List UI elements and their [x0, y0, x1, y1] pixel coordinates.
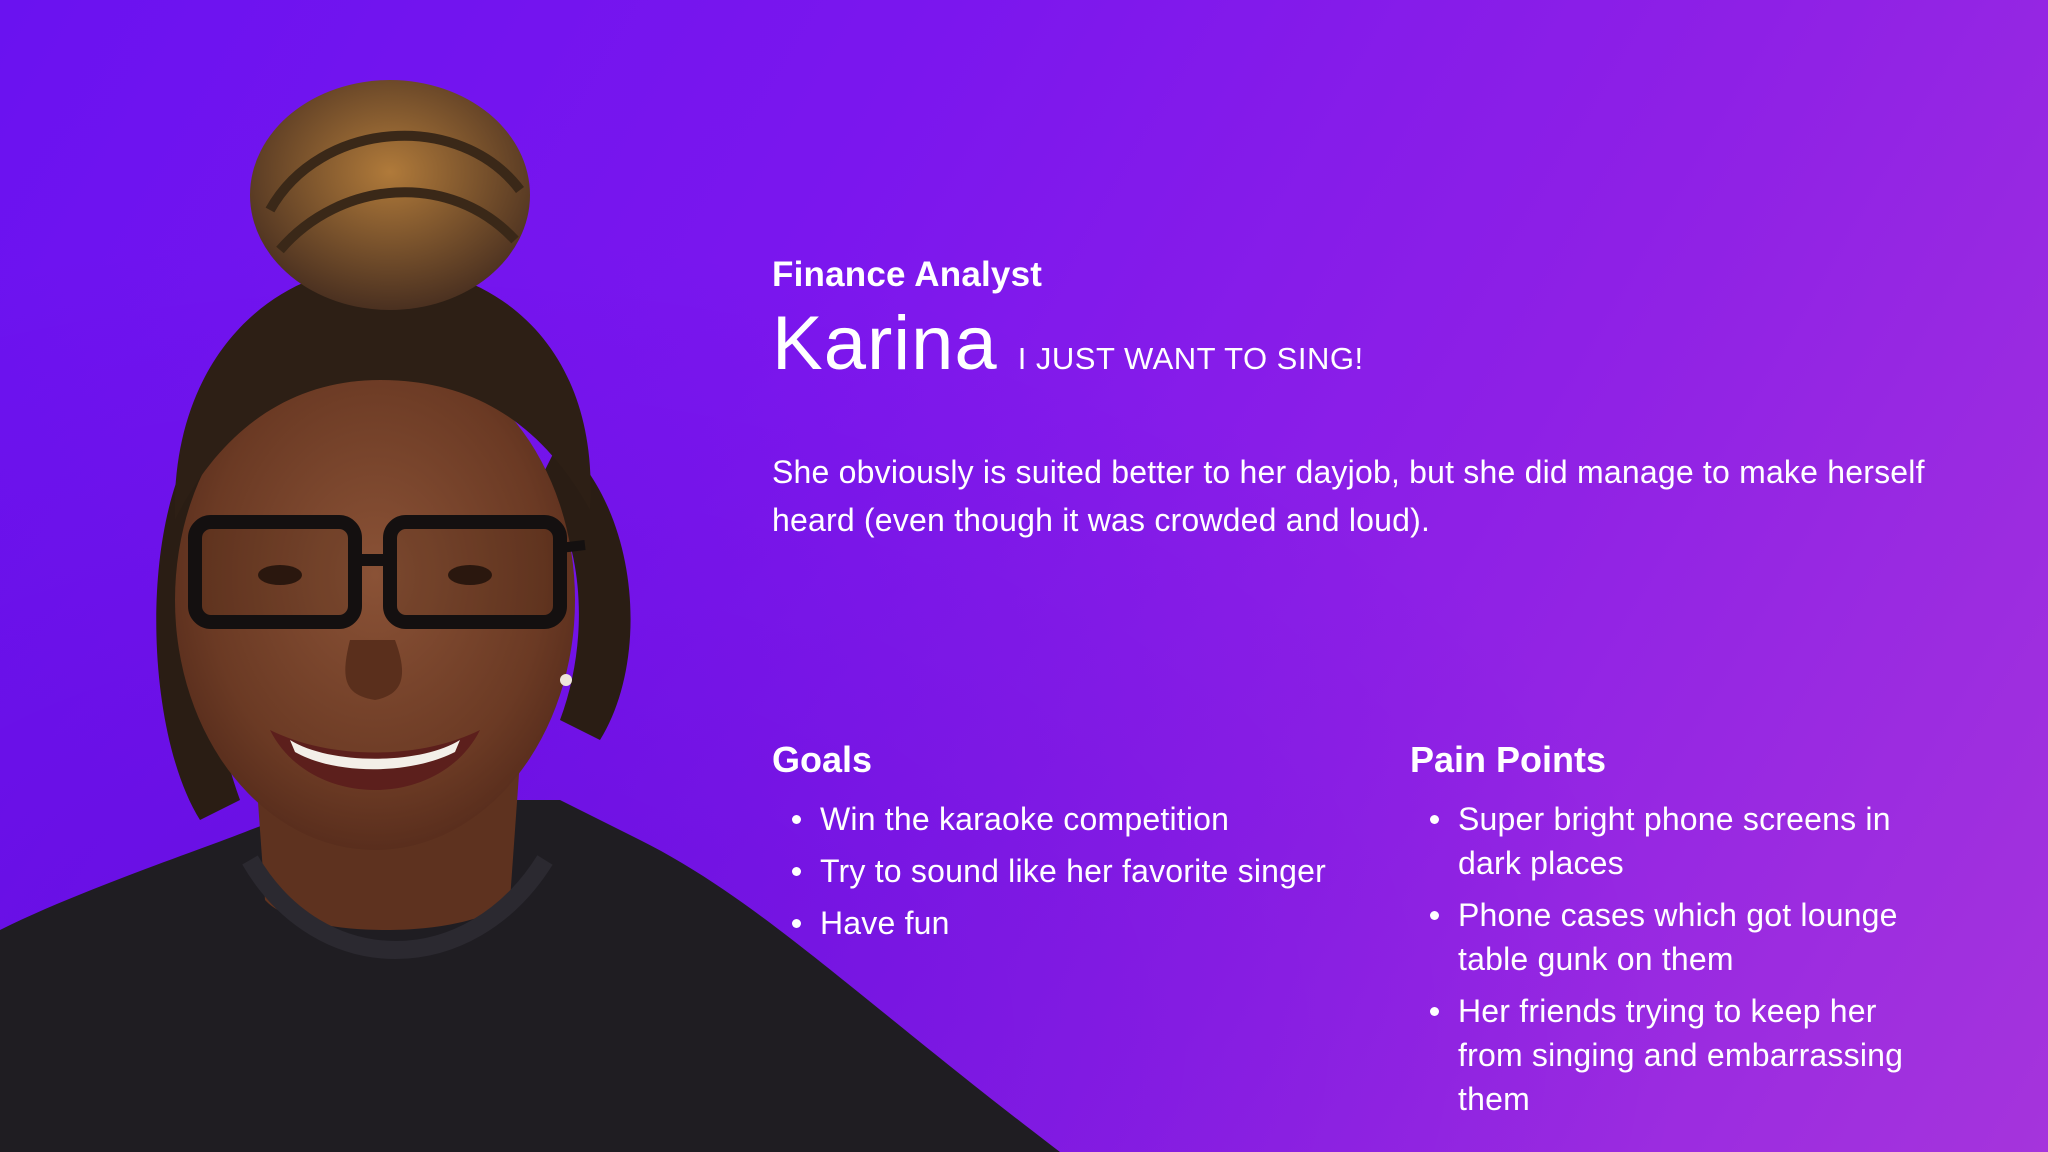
pain-points-list-item: Super bright phone screens in dark place… [1430, 797, 1950, 885]
persona-bio: She obviously is suited better to her da… [772, 454, 1925, 538]
pain-points-section: Pain Points Super bright phone screens i… [1410, 735, 1950, 1129]
persona-quote: I JUST WANT TO SING! [1017, 341, 1364, 376]
persona-role: Finance Analyst [772, 255, 1043, 294]
pain-points-list-item: Phone cases which got lounge table gunk … [1430, 893, 1950, 981]
goals-list: Win the karaoke competition Try to sound… [772, 797, 1332, 945]
persona-name: Karina [772, 301, 998, 386]
persona-name-row: Karina I JUST WANT TO SING! [772, 300, 1364, 387]
goals-heading: Goals [772, 739, 873, 780]
pain-points-list: Super bright phone screens in dark place… [1410, 797, 1950, 1121]
goals-list-item: Try to sound like her favorite singer [792, 849, 1332, 893]
goals-list-item: Have fun [792, 901, 1332, 945]
persona-content: Finance Analyst Karina I JUST WANT TO SI… [772, 0, 1992, 1152]
goals-list-item: Win the karaoke competition [792, 797, 1332, 841]
pain-points-heading: Pain Points [1410, 739, 1607, 780]
goals-section: Goals Win the karaoke competition Try to… [772, 735, 1332, 953]
pain-points-list-item: Her friends trying to keep her from sing… [1430, 989, 1950, 1121]
